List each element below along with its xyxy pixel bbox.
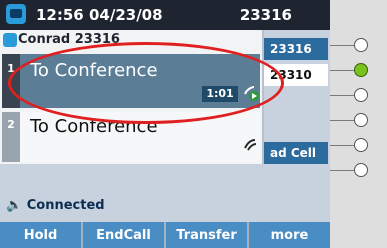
line-label: ad Cell [270,146,317,160]
call-index: 2 [2,112,20,162]
call-hold-icon [244,139,257,151]
panel-header: Conrad 23316 [0,32,262,50]
connection-status-text: Connected [26,198,105,213]
call-panel: Conrad 23316 1 To Conference 1:01 2 To C… [0,30,264,164]
softkey-bar: Hold EndCall Transfer more [0,222,330,248]
line-connector [330,70,356,71]
call-item-2[interactable]: 2 To Conference [2,112,260,162]
phone-screen: 12:56 04/23/08 23316 Conrad 23316 1 To C… [0,0,330,248]
phone-icon [6,4,26,24]
line-label: 23310 [270,68,312,82]
line-button-3[interactable] [354,88,368,102]
connection-status: 🔈 Connected [6,198,105,213]
call-item-1[interactable]: 1 To Conference 1:01 [2,54,260,108]
line-key-cell[interactable]: ad Cell [264,142,328,164]
extension: 23316 [239,6,292,24]
line-label: 23316 [270,42,312,56]
line-button-2[interactable] [354,63,368,77]
call-active-icon [244,86,259,101]
line-connector [330,145,356,146]
line-connector [330,45,356,46]
line-button-1[interactable] [354,38,368,52]
softkey-transfer[interactable]: Transfer [166,222,247,248]
line-button-5[interactable] [354,138,368,152]
call-timer: 1:01 [202,86,238,102]
line-connector [330,95,356,96]
line-connector [330,120,356,121]
softkey-more[interactable]: more [249,222,330,248]
phone-mini-icon [3,33,17,47]
line-key-23310[interactable]: 23310 [264,64,328,86]
panel-header-label: Conrad 23316 [18,32,120,47]
status-bar: 12:56 04/23/08 23316 [0,0,330,30]
softkey-endcall[interactable]: EndCall [83,222,164,248]
line-key-23316[interactable]: 23316 [264,38,328,60]
datetime: 12:56 04/23/08 [36,6,163,24]
line-button-4[interactable] [354,113,368,127]
line-connector [330,170,356,171]
line-button-6[interactable] [354,163,368,177]
call-title: To Conference [30,60,158,81]
softkey-hold[interactable]: Hold [0,222,81,248]
call-index: 1 [2,54,20,108]
speaker-icon: 🔈 [6,198,23,213]
call-title: To Conference [30,116,158,137]
